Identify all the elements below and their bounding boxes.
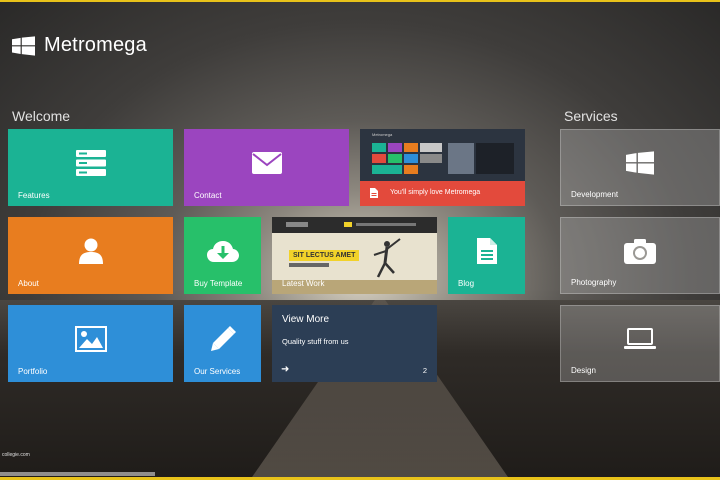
tile-our-services[interactable]: Our Services xyxy=(184,305,261,382)
user-icon xyxy=(78,238,103,264)
section-title-welcome: Welcome xyxy=(12,108,71,124)
preview-banner-text: You'll simply love Metromega xyxy=(390,189,481,196)
camera-icon xyxy=(624,239,656,264)
tile-latest-work[interactable]: SIT LECTUS AMET Latest Work xyxy=(272,217,437,294)
tile-label: Our Services xyxy=(194,367,241,376)
arrow-right-icon[interactable]: ➜ xyxy=(281,364,289,375)
tile-label: Design xyxy=(571,366,596,375)
tile-label: About xyxy=(18,279,39,288)
tile-features[interactable]: Features xyxy=(8,129,173,206)
tile-contact[interactable]: Contact xyxy=(184,129,349,206)
pencil-icon xyxy=(210,325,236,351)
view-more-text: Quality stuff from us xyxy=(282,337,349,346)
tile-photography[interactable]: Photography xyxy=(560,217,720,294)
windows-logo-icon xyxy=(626,151,654,175)
windows-logo-icon xyxy=(12,35,35,56)
tile-view-more[interactable]: View More Quality stuff from us ➜ 2 xyxy=(272,305,437,382)
tile-label: Features xyxy=(18,191,50,200)
laptop-icon xyxy=(624,328,656,349)
brand[interactable]: Metromega xyxy=(12,34,147,57)
horizontal-scrollbar[interactable] xyxy=(0,472,155,476)
server-icon xyxy=(75,149,106,176)
tile-blog[interactable]: Blog xyxy=(448,217,525,294)
tile-label: Latest Work xyxy=(282,279,325,288)
preview-window: Metromega xyxy=(360,129,525,181)
cloud-download-icon xyxy=(206,240,239,262)
image-icon xyxy=(74,325,107,352)
tile-label: Buy Template xyxy=(194,279,243,288)
view-more-title: View More xyxy=(282,314,330,325)
tile-buy-template[interactable]: Buy Template xyxy=(184,217,261,294)
work-preview-nav xyxy=(272,217,437,233)
work-preview-headline: SIT LECTUS AMET xyxy=(289,250,360,261)
preview-banner: You'll simply love Metromega xyxy=(360,181,525,206)
document-icon xyxy=(370,188,378,198)
top-border xyxy=(0,0,720,2)
section-title-services: Services xyxy=(564,108,618,124)
tile-about[interactable]: About xyxy=(8,217,173,294)
document-icon xyxy=(476,237,497,264)
tile-design[interactable]: Design xyxy=(560,305,720,382)
tile-label: Development xyxy=(571,190,619,199)
tile-label: Portfolio xyxy=(18,367,48,376)
tile-screenshot-preview[interactable]: Metromega You'll simply love Metromega xyxy=(360,129,525,206)
watermark-text: collegie.com xyxy=(2,452,30,458)
tile-label: Photography xyxy=(571,278,617,287)
tile-label: Blog xyxy=(458,279,475,288)
brand-name: Metromega xyxy=(44,34,147,56)
tile-portfolio[interactable]: Portfolio xyxy=(8,305,173,382)
tile-label: Contact xyxy=(194,191,222,200)
envelope-icon xyxy=(251,151,282,174)
preview-window-title: Metromega xyxy=(372,132,393,137)
tile-development[interactable]: Development xyxy=(560,129,720,206)
view-more-count: 2 xyxy=(422,366,427,375)
